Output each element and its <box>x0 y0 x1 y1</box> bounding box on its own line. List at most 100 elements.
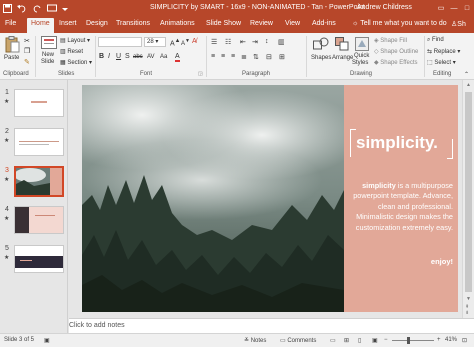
notes-placeholder[interactable]: Click to add notes <box>69 322 125 329</box>
bold-button[interactable]: B <box>99 53 104 60</box>
slide-show-icon[interactable]: ▣ <box>372 337 378 344</box>
shadow-button[interactable]: S <box>125 53 130 60</box>
start-from-beginning-icon[interactable] <box>47 4 57 13</box>
shapes-icon[interactable] <box>313 37 329 51</box>
arrange-label[interactable]: Arrange <box>332 55 353 61</box>
quick-styles-label-2[interactable]: Styles <box>352 60 368 66</box>
strikethrough-button[interactable]: abc <box>133 54 143 60</box>
tab-home[interactable]: Home <box>27 18 54 33</box>
fit-to-window-icon[interactable]: ⊡ <box>462 337 467 344</box>
zoom-slider[interactable] <box>392 340 434 341</box>
zoom-level[interactable]: 41% <box>445 337 457 343</box>
normal-view-icon[interactable]: ▭ <box>330 337 336 344</box>
comments-toggle[interactable]: ▭ Comments <box>280 337 316 344</box>
bullets-icon[interactable]: ☰ <box>211 38 217 46</box>
tab-animations[interactable]: Animations <box>160 20 195 27</box>
spelling-icon[interactable]: ▣ <box>44 337 50 344</box>
new-slide-label[interactable]: New <box>42 52 54 58</box>
tell-me-box[interactable]: ☼ Tell me what you want to do <box>352 20 447 27</box>
section-button[interactable]: ▦ Section ▾ <box>60 59 92 66</box>
notes-toggle[interactable]: ≚ Notes <box>244 337 266 344</box>
ribbon-display-options-icon[interactable]: ▭ <box>436 2 446 14</box>
paste-icon[interactable] <box>5 36 20 53</box>
tab-add-ins[interactable]: Add-ins <box>312 20 336 27</box>
font-dialog-launcher-icon[interactable]: ◲ <box>198 71 203 77</box>
slide-body-text[interactable]: simplicity is a multipurpose powerpoint … <box>350 181 453 233</box>
tab-insert[interactable]: Insert <box>59 20 77 27</box>
share-button[interactable]: ♙Sh <box>451 20 466 28</box>
select-button[interactable]: ⬚ Select ▾ <box>427 59 456 66</box>
slide-thumbnail-3[interactable] <box>14 166 64 197</box>
format-painter-icon[interactable]: ✎ <box>24 58 30 66</box>
zoom-in-icon[interactable]: + <box>437 337 441 343</box>
font-name-box[interactable] <box>98 37 142 47</box>
reset-button[interactable]: ▥ Reset <box>60 48 83 55</box>
grow-font-icon[interactable]: A▲ <box>170 38 180 47</box>
tab-transitions[interactable]: Transitions <box>116 20 150 27</box>
align-left-icon[interactable]: ≡ <box>211 53 215 60</box>
vertical-scrollbar[interactable]: ▲ ▼ ⇞ ⇟ <box>462 80 474 318</box>
decrease-indent-icon[interactable]: ⇤ <box>240 38 246 46</box>
collapse-ribbon-icon[interactable]: ⌃ <box>464 71 469 78</box>
quick-styles-label[interactable]: Quick <box>354 53 369 59</box>
scroll-down-icon[interactable]: ▼ <box>466 296 471 302</box>
quick-styles-icon[interactable] <box>355 37 369 51</box>
scroll-up-icon[interactable]: ▲ <box>466 82 471 88</box>
columns-icon[interactable]: ▥ <box>278 38 285 46</box>
new-slide-icon[interactable] <box>41 36 57 49</box>
reading-view-icon[interactable]: ▯ <box>358 337 361 344</box>
shapes-label[interactable]: Shapes <box>311 55 331 61</box>
replace-button[interactable]: ⇆ Replace ▾ <box>427 48 460 55</box>
find-button[interactable]: ⌕ Find <box>427 37 444 44</box>
align-center-icon[interactable]: ≡ <box>221 53 225 60</box>
slide-sorter-icon[interactable]: ⊞ <box>344 337 349 344</box>
zoom-slider-thumb[interactable] <box>407 337 410 344</box>
font-color-button[interactable]: A <box>175 53 180 62</box>
align-text-icon[interactable]: ⊟ <box>266 53 272 61</box>
slide-thumbnail-4[interactable] <box>14 206 64 234</box>
copy-icon[interactable]: ❐ <box>24 47 30 55</box>
tab-review[interactable]: Review <box>250 20 273 27</box>
smartart-icon[interactable]: ⊞ <box>279 53 285 61</box>
next-slide-icon[interactable]: ⇟ <box>465 310 469 316</box>
align-right-icon[interactable]: ≡ <box>231 53 235 60</box>
slide-thumbnail-1[interactable] <box>14 89 64 117</box>
font-size-box[interactable]: 28 ▾ <box>144 37 166 47</box>
save-icon[interactable] <box>3 4 12 13</box>
maximize-icon[interactable]: □ <box>462 2 472 14</box>
slide-cta[interactable]: enjoy! <box>350 257 453 266</box>
change-case-button[interactable]: Aa <box>160 54 167 60</box>
redo-icon[interactable] <box>32 4 42 13</box>
tab-slide-show[interactable]: Slide Show <box>206 20 241 27</box>
customize-toolbar-icon[interactable] <box>62 4 68 13</box>
layout-button[interactable]: ▤ Layout ▾ <box>60 37 90 44</box>
scroll-thumb[interactable] <box>465 92 472 292</box>
user-name[interactable]: Andrew Childress <box>357 4 412 11</box>
slide-heading[interactable]: simplicity. <box>356 133 438 153</box>
underline-button[interactable]: U <box>116 53 121 60</box>
numbering-icon[interactable]: ☷ <box>225 38 231 46</box>
cut-icon[interactable]: ✂ <box>24 37 30 45</box>
arrange-icon[interactable] <box>335 37 349 51</box>
new-slide-label-2[interactable]: Slide <box>41 59 54 65</box>
slide-canvas[interactable]: simplicity. simplicity is a multipurpose… <box>82 85 458 312</box>
slide-thumbnail-5[interactable] <box>14 245 64 273</box>
clear-formatting-icon[interactable]: A̸ <box>192 38 197 45</box>
tab-file[interactable]: File <box>5 20 16 27</box>
increase-indent-icon[interactable]: ⇥ <box>252 38 258 46</box>
undo-icon[interactable] <box>17 4 27 13</box>
shape-effects-button[interactable]: ◆ Shape Effects <box>374 59 418 66</box>
shrink-font-icon[interactable]: A▼ <box>181 38 190 47</box>
paste-label[interactable]: Paste <box>4 55 19 61</box>
slide-thumbnail-2[interactable] <box>14 128 64 156</box>
line-spacing-icon[interactable]: ↕ <box>265 38 269 45</box>
character-spacing-button[interactable]: AV <box>147 54 155 60</box>
tab-view[interactable]: View <box>285 20 300 27</box>
zoom-out-icon[interactable]: − <box>384 337 388 343</box>
notes-pane[interactable]: Click to add notes <box>69 318 474 333</box>
italic-button[interactable]: I <box>108 53 110 60</box>
shape-fill-button[interactable]: ◈ Shape Fill <box>374 37 407 44</box>
text-direction-icon[interactable]: ⇅ <box>253 53 259 61</box>
minimize-icon[interactable]: — <box>449 2 459 14</box>
tab-design[interactable]: Design <box>86 20 108 27</box>
